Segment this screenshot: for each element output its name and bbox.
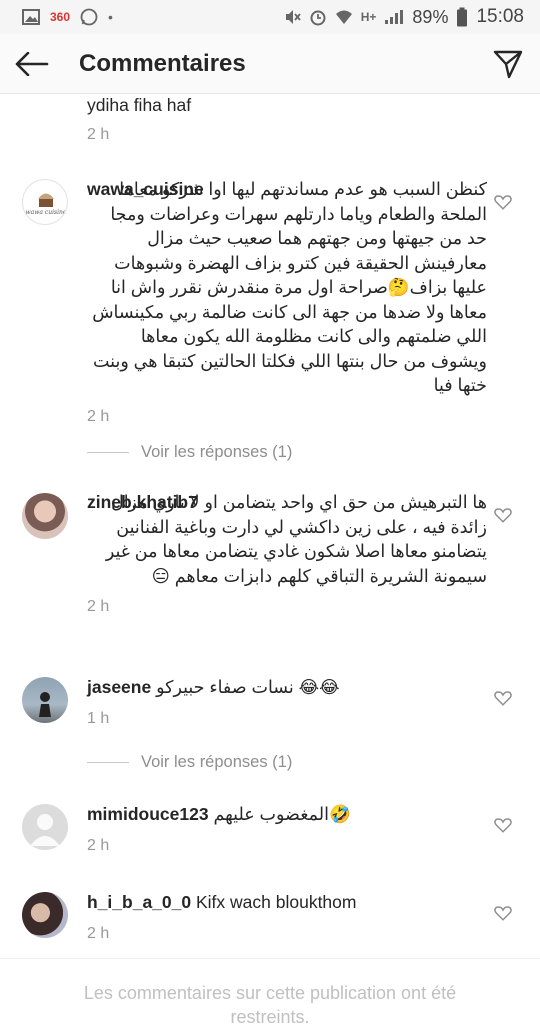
comment-item: jaseene نسات صفاء حبيركو 😂😂 1 h: [0, 675, 540, 735]
default-avatar-icon: [30, 814, 60, 846]
comment-text: المغضوب عليهم🤣: [213, 804, 351, 824]
comment-item: ydiha fiha haf 2 h: [0, 93, 540, 148]
whatsapp-icon: [80, 8, 98, 26]
avatar[interactable]: [22, 804, 68, 850]
like-button[interactable]: [494, 506, 512, 524]
heart-icon: [494, 818, 512, 833]
signal-icon: [385, 10, 404, 24]
comment-text: ها التبرهيش من حق اي واحد يتضامن او لا ن…: [105, 492, 487, 586]
comment-item: wawa cuisine wawa_cuisine كنظن السبب هو …: [0, 177, 540, 427]
avatar-logo-text: wawa cuisine: [26, 209, 67, 216]
status-bar: 360 • H+ 89% 15:08: [0, 0, 540, 34]
comment-text-block: wawa_cuisine كنظن السبب هو عدم مساندتهم …: [87, 177, 487, 398]
paper-plane-icon: [493, 50, 523, 78]
comment-body: h_i_b_a_0_0 Kifx wach bloukthom 2 h: [87, 890, 487, 943]
back-button[interactable]: [2, 34, 62, 94]
avatar[interactable]: [22, 493, 68, 539]
arrow-left-icon: [15, 51, 49, 76]
comment-text: ydiha fiha haf: [87, 95, 192, 115]
comment-text-block: zineb.khatib7 ها التبرهيش من حق اي واحد …: [87, 490, 487, 588]
wifi-icon: [335, 10, 352, 24]
clock: 15:08: [476, 6, 524, 27]
divider: [87, 452, 129, 453]
comment-body: ydiha fiha haf 2 h: [87, 93, 487, 144]
comment-item: h_i_b_a_0_0 Kifx wach bloukthom 2 h: [0, 890, 540, 950]
comment-text: Kifx wach bloukthom: [195, 892, 357, 912]
avatar[interactable]: wawa cuisine: [22, 179, 68, 225]
heart-icon: [494, 508, 512, 523]
view-replies-link[interactable]: Voir les réponses (1): [87, 443, 292, 462]
page-title: Commentaires: [79, 49, 246, 77]
comment-text-block: jaseene نسات صفاء حبيركو 😂😂: [87, 675, 487, 700]
comment-time: 2 h: [87, 598, 110, 615]
comment-username[interactable]: h_i_b_a_0_0: [87, 892, 191, 912]
view-replies-label: Voir les réponses (1): [141, 753, 293, 771]
avatar[interactable]: [22, 677, 68, 723]
app-header: Commentaires: [0, 34, 540, 94]
comment-time: 2 h: [87, 836, 110, 854]
mute-icon: [285, 10, 301, 24]
heart-icon: [494, 691, 512, 706]
share-button[interactable]: [478, 34, 538, 94]
notification-dot-icon: •: [108, 9, 113, 25]
comment-body: jaseene نسات صفاء حبيركو 😂😂 1 h: [87, 675, 487, 728]
comment-item: zineb.khatib7 ها التبرهيش من حق اي واحد …: [0, 490, 540, 640]
alarm-icon: [310, 10, 326, 26]
cupcake-logo-icon: wawa cuisine: [26, 193, 67, 216]
avatar[interactable]: [22, 892, 68, 938]
comment-text: كنظن السبب هو عدم مساندتهم ليها اوا شركو…: [92, 179, 487, 395]
comment-text-block: mimidouce123 المغضوب عليهم🤣: [87, 802, 487, 827]
network-type: H+: [360, 10, 377, 24]
view-replies-label: Voir les réponses (1): [141, 443, 293, 461]
like-button[interactable]: [494, 904, 512, 922]
battery-percent: 89%: [412, 6, 449, 27]
like-button[interactable]: [494, 816, 512, 834]
like-button[interactable]: [494, 689, 512, 707]
heart-icon: [494, 906, 512, 921]
comments-restricted-notice: Les commentaires sur cette publication o…: [0, 958, 540, 1029]
comment-item: mimidouce123 المغضوب عليهم🤣 2 h: [0, 802, 540, 862]
comment-username[interactable]: jaseene: [87, 677, 151, 697]
comment-body: zineb.khatib7 ها التبرهيش من حق اي واحد …: [87, 490, 487, 616]
like-button[interactable]: [494, 193, 512, 211]
comment-time: 2 h: [87, 125, 110, 143]
heart-icon: [494, 195, 512, 210]
comment-body: mimidouce123 المغضوب عليهم🤣 2 h: [87, 802, 487, 855]
comment-time: 1 h: [87, 709, 110, 727]
gallery-icon: [22, 9, 40, 25]
comment-username[interactable]: mimidouce123: [87, 804, 209, 824]
comment-time: 2 h: [87, 924, 110, 942]
comment-text: نسات صفاء حبيركو 😂😂: [156, 677, 340, 697]
comment-time: 2 h: [87, 407, 110, 425]
person-silhouette-icon: [39, 692, 51, 717]
battery-icon: [457, 7, 468, 27]
comment-body: wawa_cuisine كنظن السبب هو عدم مساندتهم …: [87, 177, 487, 426]
divider: [87, 762, 129, 763]
view-replies-link[interactable]: Voir les réponses (1): [87, 753, 292, 772]
comment-text-block: h_i_b_a_0_0 Kifx wach bloukthom: [87, 890, 487, 915]
app-360-icon: 360: [50, 10, 71, 24]
